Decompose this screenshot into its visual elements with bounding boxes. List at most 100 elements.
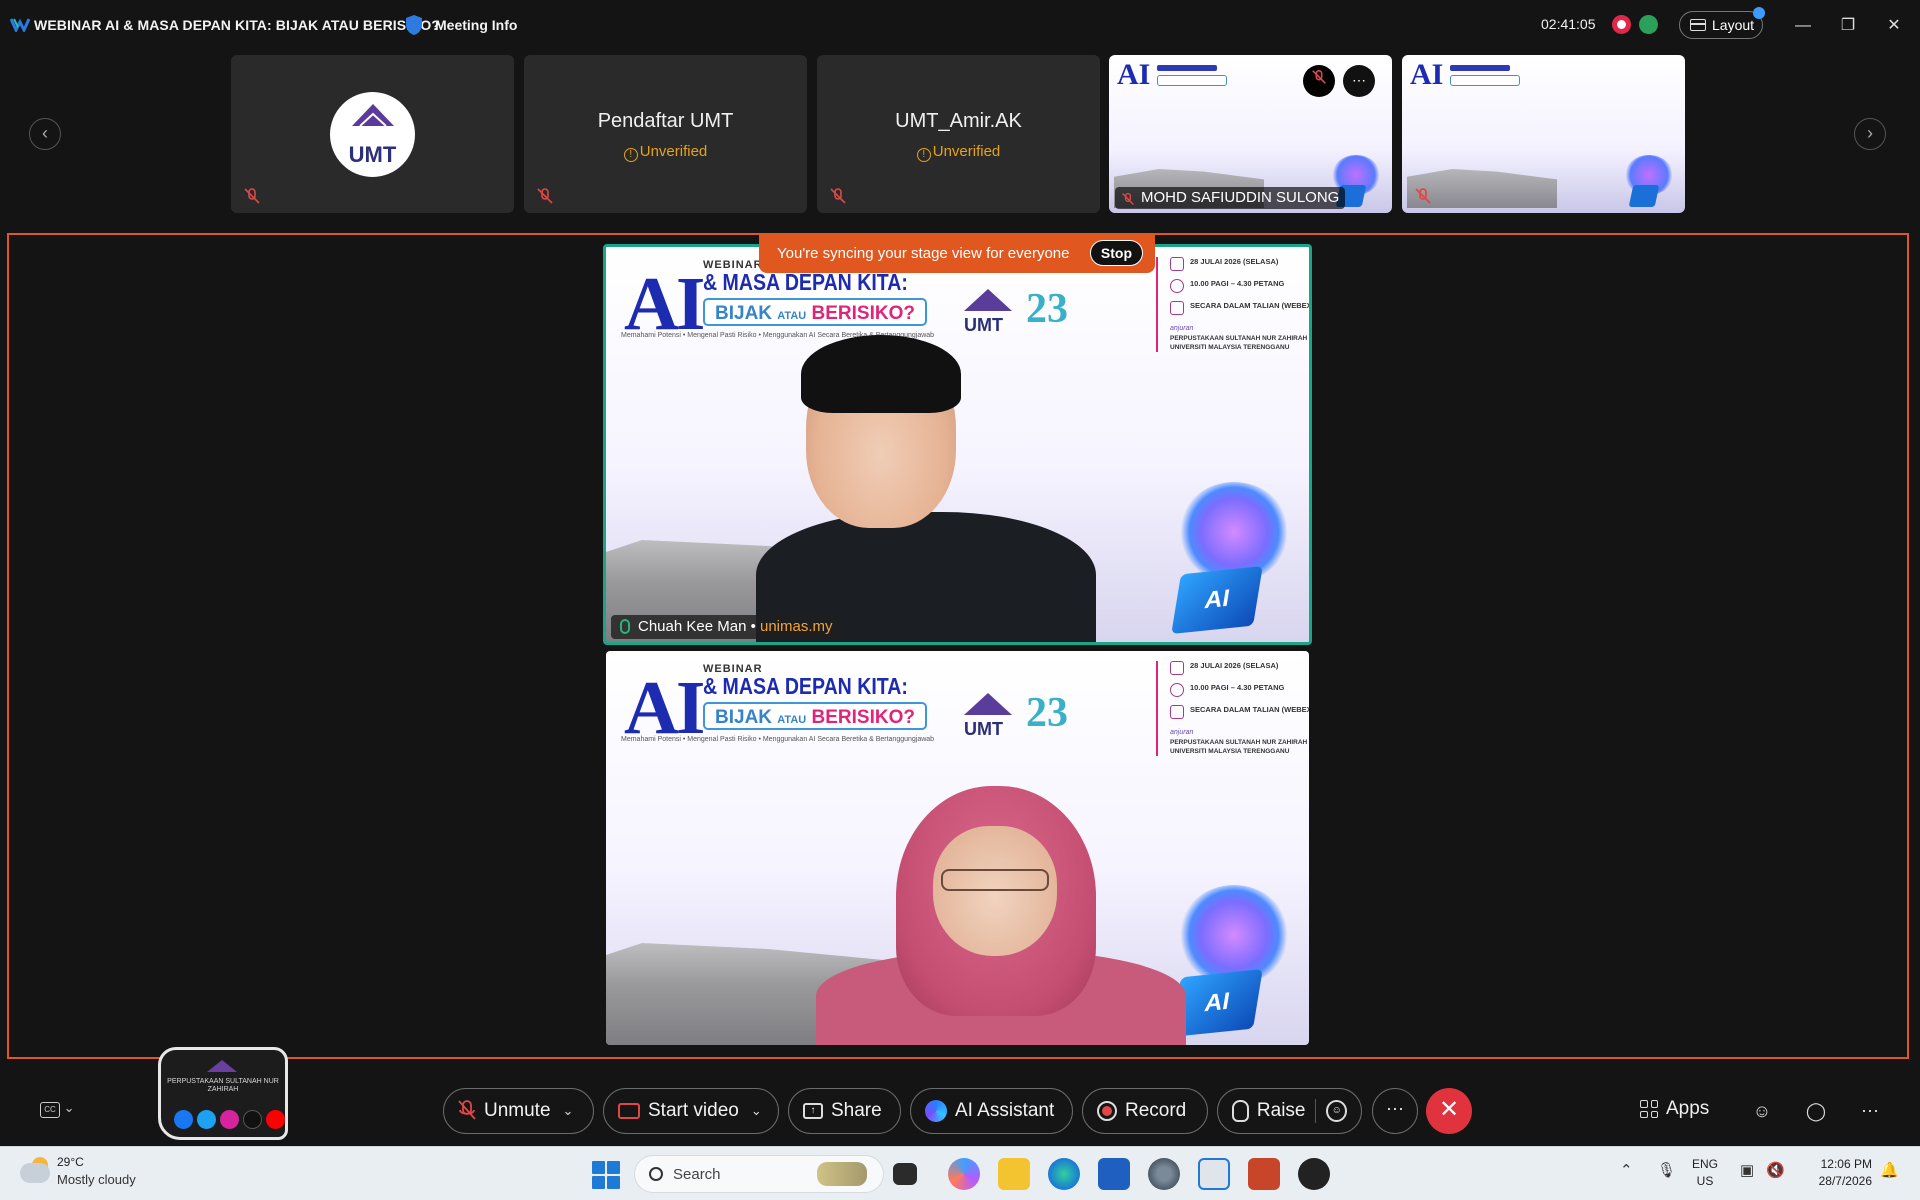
umt-logo: UMT bbox=[960, 693, 1016, 745]
start-video-button[interactable]: Start video ⌄ bbox=[603, 1088, 779, 1134]
webex-app-icon bbox=[10, 18, 30, 32]
participant-glasses bbox=[941, 869, 1049, 891]
layout-button[interactable]: Layout bbox=[1679, 11, 1763, 39]
chat-icon[interactable]: ◯ bbox=[1804, 1099, 1828, 1123]
cc-icon: CC bbox=[40, 1102, 60, 1118]
muted-mic-icon bbox=[458, 1100, 476, 1120]
ai-chip-image: AI bbox=[1171, 565, 1263, 635]
next-participants-icon[interactable]: › bbox=[1854, 118, 1886, 150]
twitter-icon bbox=[197, 1110, 216, 1129]
layout-label: Layout bbox=[1712, 17, 1755, 33]
speaker-name-tag: Chuah Kee Man • unimas.my bbox=[611, 615, 841, 639]
mic-muted-tray-icon[interactable]: 🎙 bbox=[1657, 1161, 1676, 1179]
participant-thumb-amir[interactable]: UMT_Amir.AK ! Unverified bbox=[817, 55, 1100, 213]
more-options-button[interactable]: ⋯ bbox=[1372, 1088, 1418, 1134]
start-button[interactable] bbox=[592, 1161, 620, 1189]
stop-sync-button[interactable]: Stop bbox=[1089, 240, 1143, 266]
slide-subtitle-box bbox=[1450, 75, 1520, 86]
muted-mic-icon bbox=[537, 188, 553, 204]
title-bar: WEBINAR AI & MASA DEPAN KITA: BIJAK ATAU… bbox=[0, 0, 1920, 52]
apps-button[interactable]: Apps bbox=[1640, 1098, 1709, 1120]
brain-image bbox=[1179, 885, 1289, 985]
search-placeholder: Search bbox=[673, 1165, 721, 1183]
slide-heading: & MASA DEPAN KITA: bbox=[703, 269, 908, 295]
language-indicator[interactable]: ENG US bbox=[1692, 1156, 1718, 1190]
muted-mic-icon bbox=[1415, 188, 1431, 204]
share-icon: ↑ bbox=[803, 1103, 823, 1119]
window-title: WEBINAR AI & MASA DEPAN KITA: BIJAK ATAU… bbox=[34, 17, 441, 33]
active-speaker-video[interactable]: AI WEBINAR & MASA DEPAN KITA: BIJAK ATAU… bbox=[603, 244, 1312, 645]
recording-indicator-icon[interactable] bbox=[1612, 15, 1631, 34]
meeting-info-button[interactable]: Meeting Info bbox=[435, 17, 517, 33]
participant-thumb-safiuddin[interactable]: AI ⋯ MOHD SAFIUDDIN SULONG bbox=[1109, 55, 1392, 213]
leave-meeting-button[interactable]: ✕ bbox=[1426, 1088, 1472, 1134]
minimize-icon[interactable]: — bbox=[1791, 14, 1815, 38]
share-button[interactable]: ↑ Share bbox=[788, 1088, 901, 1134]
notification-bell-icon[interactable]: 🔔 bbox=[1880, 1161, 1899, 1179]
network-icon[interactable]: ▣ bbox=[1740, 1161, 1754, 1179]
anniversary-logo: 23 bbox=[1026, 690, 1068, 736]
record-button[interactable]: Record bbox=[1082, 1088, 1208, 1134]
search-icon bbox=[649, 1167, 663, 1181]
chevron-up-icon[interactable]: ⌃ bbox=[1620, 1161, 1633, 1179]
taskbar-search[interactable]: Search bbox=[634, 1155, 884, 1193]
restore-icon[interactable]: ❐ bbox=[1836, 14, 1860, 38]
participants-icon[interactable]: ☺ bbox=[1750, 1099, 1774, 1123]
slide-tagline: Memahami Potensi • Mengenal Pasti Risiko… bbox=[621, 736, 935, 743]
captions-button[interactable]: CC ⌄ bbox=[40, 1100, 84, 1122]
library-logo: PERPUSTAKAAN SULTANAH NUR ZAHIRAH bbox=[158, 1047, 288, 1140]
slide-heading-line bbox=[1157, 65, 1217, 71]
ai-assistant-icon bbox=[925, 1100, 947, 1122]
slide-subtitle: BIJAK ATAU BERISIKO? bbox=[703, 298, 927, 326]
shield-icon[interactable] bbox=[405, 14, 423, 36]
volume-muted-icon[interactable]: 🔇 bbox=[1766, 1161, 1785, 1179]
youtube-icon bbox=[266, 1110, 285, 1129]
participant-thumb-pendaftar[interactable]: Pendaftar UMT ! Unverified bbox=[524, 55, 807, 213]
task-view-icon[interactable] bbox=[893, 1163, 917, 1185]
speaker-org: unimas.my bbox=[760, 618, 833, 635]
ai-assistant-button[interactable]: AI Assistant bbox=[910, 1088, 1073, 1134]
edge-icon[interactable] bbox=[1048, 1158, 1080, 1190]
participant-thumb-slide[interactable]: AI bbox=[1402, 55, 1685, 213]
search-highlight-image bbox=[817, 1162, 867, 1186]
slide-event-info: 28 JULAI 2026 (SELASA) 10.00 PAGI – 4.30… bbox=[1156, 257, 1309, 352]
more-panels-icon[interactable]: ⋯ bbox=[1858, 1099, 1882, 1123]
media-player-icon[interactable] bbox=[1298, 1158, 1330, 1190]
slide-heading-line bbox=[1450, 65, 1510, 71]
unmute-button[interactable]: Unmute ⌄ bbox=[443, 1088, 594, 1134]
calendar-icon bbox=[1170, 661, 1184, 675]
close-window-icon[interactable]: ✕ bbox=[1882, 14, 1906, 38]
raise-hand-button[interactable]: Raise ☺ bbox=[1217, 1088, 1362, 1134]
sync-stage-banner: You're syncing your stage view for every… bbox=[759, 233, 1155, 273]
copilot-icon[interactable] bbox=[948, 1158, 980, 1190]
library-name: PERPUSTAKAAN SULTANAH NUR ZAHIRAH bbox=[167, 1078, 279, 1093]
chevron-down-icon: ⌄ bbox=[750, 1103, 762, 1118]
powerpoint-icon[interactable] bbox=[1248, 1158, 1280, 1190]
settings-icon[interactable] bbox=[1148, 1158, 1180, 1190]
speaker-hair bbox=[801, 335, 961, 413]
meeting-timer: 02:41:05 bbox=[1541, 16, 1596, 32]
reactions-icon[interactable]: ☺ bbox=[1326, 1100, 1347, 1122]
previous-participants-icon[interactable]: ‹ bbox=[29, 118, 61, 150]
participant-video[interactable]: AI WEBINAR & MASA DEPAN KITA: BIJAK ATAU… bbox=[606, 651, 1309, 1045]
unverified-status: ! Unverified bbox=[524, 143, 807, 162]
temperature: 29°C bbox=[57, 1155, 84, 1169]
file-explorer-icon[interactable] bbox=[998, 1158, 1030, 1190]
participant-face bbox=[933, 826, 1057, 956]
muted-mic-icon[interactable] bbox=[1303, 65, 1335, 97]
umt-logo: UMT bbox=[330, 92, 415, 177]
network-stats-icon[interactable] bbox=[1639, 15, 1658, 34]
monitor-icon bbox=[1170, 301, 1184, 315]
webex-taskbar-icon[interactable] bbox=[1198, 1158, 1230, 1190]
system-clock[interactable]: 12:06 PM 28/7/2026 bbox=[1810, 1156, 1872, 1190]
muted-mic-icon bbox=[830, 188, 846, 204]
monitor-icon bbox=[1170, 705, 1184, 719]
more-options-icon[interactable]: ⋯ bbox=[1343, 65, 1375, 97]
participant-thumb-umt[interactable]: UMT bbox=[231, 55, 514, 213]
speaker-name: Chuah Kee Man bbox=[638, 618, 747, 635]
slide-subtitle: BIJAK ATAU BERISIKO? bbox=[703, 702, 927, 730]
sync-banner-text: You're syncing your stage view for every… bbox=[777, 245, 1070, 262]
store-icon[interactable] bbox=[1098, 1158, 1130, 1190]
mic-on-icon bbox=[620, 619, 630, 634]
tiktok-icon bbox=[243, 1110, 262, 1129]
